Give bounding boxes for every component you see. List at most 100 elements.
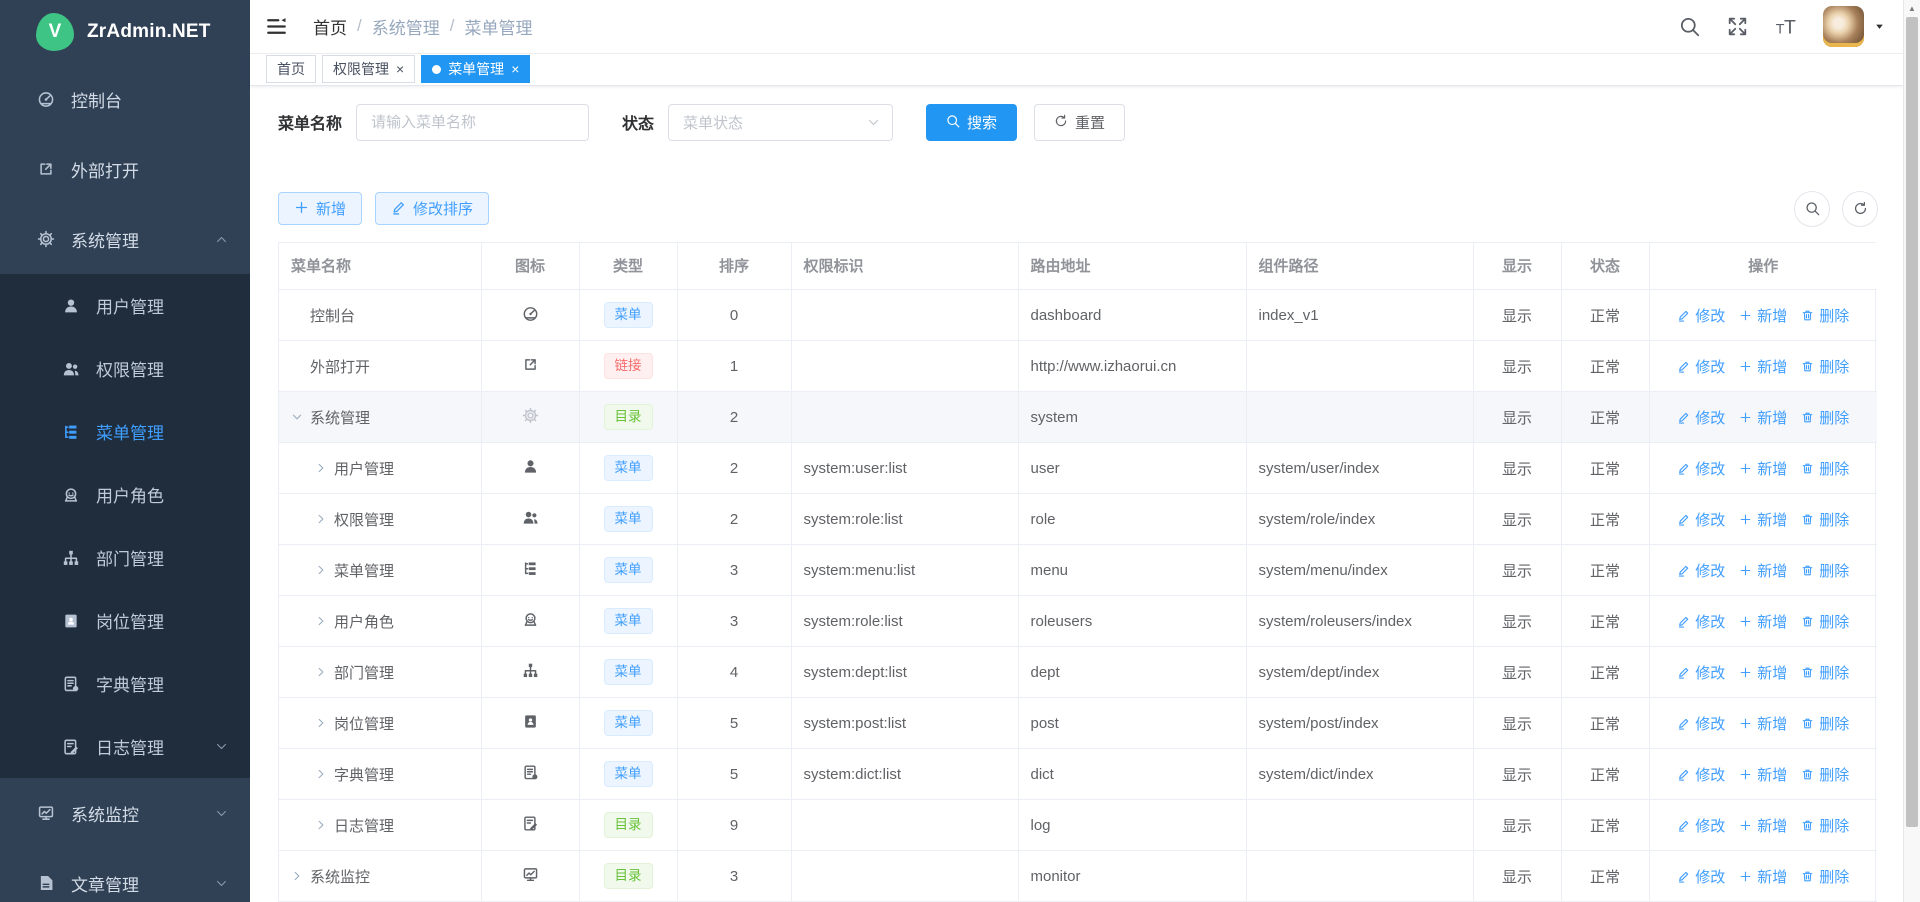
sidebar-item-monitor[interactable]: 系统监控	[0, 778, 250, 848]
log-edit-icon	[522, 815, 539, 832]
breadcrumb-current: 菜单管理	[464, 14, 532, 39]
add-link[interactable]: 新增	[1739, 305, 1787, 326]
expand-row-icon[interactable]	[315, 462, 334, 474]
search-button[interactable]: 搜索	[926, 104, 1017, 141]
delete-link[interactable]: 删除	[1801, 764, 1849, 785]
menu-name-input[interactable]	[356, 104, 589, 141]
scrollbar-up-arrow[interactable]: ▲	[1904, 0, 1920, 16]
visible-cell: 显示	[1473, 443, 1561, 494]
edit-link[interactable]: 修改	[1677, 866, 1725, 887]
delete-link[interactable]: 删除	[1801, 866, 1849, 887]
sidebar-item-id-card[interactable]: 岗位管理	[0, 589, 250, 652]
delete-link[interactable]: 删除	[1801, 407, 1849, 428]
sidebar-item-dashboard[interactable]: 控制台	[0, 64, 250, 134]
fullscreen-icon[interactable]	[1727, 16, 1748, 37]
tab-权限管理[interactable]: 权限管理×	[322, 55, 415, 83]
path-cell: http://www.izhaorui.cn	[1018, 341, 1246, 392]
table-body: 控制台菜单0dashboardindex_v1显示正常修改新增删除外部打开链接1…	[279, 290, 1877, 902]
tab-首页[interactable]: 首页	[266, 55, 316, 83]
delete-link[interactable]: 删除	[1801, 611, 1849, 632]
sidebar-item-gear[interactable]: 系统管理	[0, 204, 250, 274]
table-header-row: 菜单名称 图标 类型 排序 权限标识 路由地址 组件路径 显示 状态 操作	[279, 243, 1877, 290]
sidebar-item-dict-book[interactable]: 字典管理	[0, 652, 250, 715]
visible-cell: 显示	[1473, 341, 1561, 392]
delete-link[interactable]: 删除	[1801, 458, 1849, 479]
delete-link[interactable]: 删除	[1801, 815, 1849, 836]
type-tag: 菜单	[604, 608, 653, 634]
sidebar-item-menu-tree[interactable]: 菜单管理	[0, 400, 250, 463]
collapse-sidebar-icon[interactable]	[266, 16, 287, 37]
sidebar-item-robot[interactable]: 用户角色	[0, 463, 250, 526]
edit-link[interactable]: 修改	[1677, 611, 1725, 632]
type-tag: 菜单	[604, 710, 653, 736]
breadcrumb-system[interactable]: 系统管理	[372, 14, 440, 39]
add-link[interactable]: 新增	[1739, 407, 1787, 428]
delete-link[interactable]: 删除	[1801, 305, 1849, 326]
add-link[interactable]: 新增	[1739, 866, 1787, 887]
add-link[interactable]: 新增	[1739, 662, 1787, 683]
expand-row-icon[interactable]	[315, 615, 334, 627]
expand-row-icon[interactable]	[315, 513, 334, 525]
search-icon[interactable]	[1679, 16, 1700, 37]
close-icon[interactable]: ×	[511, 62, 519, 76]
expand-row-icon[interactable]	[315, 768, 334, 780]
sidebar-item-external-link[interactable]: 外部打开	[0, 134, 250, 204]
expand-row-icon[interactable]	[315, 666, 334, 678]
delete-link[interactable]: 删除	[1801, 662, 1849, 683]
menu-name: 日志管理	[334, 815, 394, 836]
path-cell: user	[1018, 443, 1246, 494]
close-icon[interactable]: ×	[396, 62, 404, 76]
expand-row-icon[interactable]	[315, 819, 334, 831]
edit-link[interactable]: 修改	[1677, 356, 1725, 377]
edit-link[interactable]: 修改	[1677, 560, 1725, 581]
add-link[interactable]: 新增	[1739, 458, 1787, 479]
type-tag: 菜单	[604, 761, 653, 787]
visible-cell: 显示	[1473, 800, 1561, 851]
perm-cell	[791, 290, 1018, 341]
delete-link[interactable]: 删除	[1801, 713, 1849, 734]
add-link[interactable]: 新增	[1739, 560, 1787, 581]
edit-link[interactable]: 修改	[1677, 713, 1725, 734]
user-menu[interactable]	[1823, 6, 1885, 47]
sidebar-item-article[interactable]: 文章管理	[0, 848, 250, 902]
edit-link[interactable]: 修改	[1677, 305, 1725, 326]
add-link[interactable]: 新增	[1739, 611, 1787, 632]
sort-button[interactable]: 修改排序	[375, 192, 489, 225]
breadcrumb-home[interactable]: 首页	[313, 14, 347, 39]
sidebar-item-log-edit[interactable]: 日志管理	[0, 715, 250, 778]
component-cell: system/post/index	[1246, 698, 1473, 749]
expand-row-icon[interactable]	[315, 717, 334, 729]
edit-link[interactable]: 修改	[1677, 407, 1725, 428]
delete-link[interactable]: 删除	[1801, 560, 1849, 581]
show-search-button[interactable]	[1794, 191, 1830, 227]
font-size-icon[interactable]: TT	[1775, 16, 1796, 37]
edit-link[interactable]: 修改	[1677, 815, 1725, 836]
edit-link[interactable]: 修改	[1677, 662, 1725, 683]
tab-菜单管理[interactable]: 菜单管理×	[421, 55, 530, 83]
add-link[interactable]: 新增	[1739, 815, 1787, 836]
delete-link[interactable]: 删除	[1801, 356, 1849, 377]
add-link[interactable]: 新增	[1739, 356, 1787, 377]
add-link[interactable]: 新增	[1739, 764, 1787, 785]
delete-link[interactable]: 删除	[1801, 509, 1849, 530]
add-button[interactable]: 新增	[278, 192, 362, 225]
add-link[interactable]: 新增	[1739, 713, 1787, 734]
expand-row-icon[interactable]	[291, 870, 310, 882]
scrollbar-thumb[interactable]	[1906, 17, 1918, 827]
sidebar-item-user[interactable]: 用户管理	[0, 274, 250, 337]
collapse-row-icon[interactable]	[291, 411, 310, 423]
add-link[interactable]: 新增	[1739, 509, 1787, 530]
sidebar-item-users[interactable]: 权限管理	[0, 337, 250, 400]
visible-cell: 显示	[1473, 749, 1561, 800]
avatar[interactable]	[1823, 6, 1864, 47]
reset-button[interactable]: 重置	[1034, 104, 1125, 141]
sidebar-item-org-tree[interactable]: 部门管理	[0, 526, 250, 589]
table-row: 用户管理菜单2system:user:listusersystem/user/i…	[279, 443, 1877, 494]
edit-link[interactable]: 修改	[1677, 458, 1725, 479]
edit-link[interactable]: 修改	[1677, 764, 1725, 785]
refresh-table-button[interactable]	[1842, 191, 1878, 227]
status-select[interactable]: 菜单状态	[668, 104, 893, 141]
expand-row-icon[interactable]	[315, 564, 334, 576]
edit-link[interactable]: 修改	[1677, 509, 1725, 530]
menu-name: 菜单管理	[334, 560, 394, 581]
